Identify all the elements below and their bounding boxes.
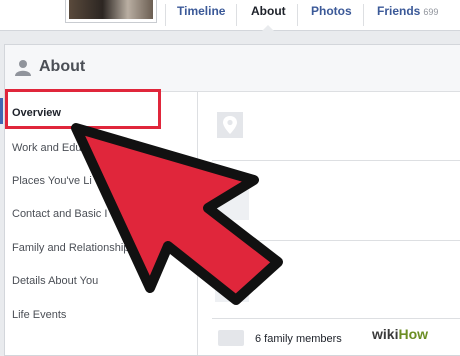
sidebar-item-places[interactable]: Places You've Li — [12, 175, 92, 187]
sidebar-item-family[interactable]: Family and Relationship — [12, 242, 129, 254]
divider — [212, 240, 460, 241]
profile-nav-bar: Timeline About Photos Friends 699 — [0, 0, 460, 31]
sidebar-item-contact-info[interactable]: Contact and Basic I — [12, 208, 107, 220]
tab-timeline[interactable]: Timeline — [177, 0, 225, 30]
tab-friends-label: Friends — [377, 4, 421, 18]
tab-divider — [236, 4, 237, 26]
about-title: About — [39, 58, 86, 75]
about-header: About — [5, 45, 460, 92]
watermark-wiki: wiki — [372, 326, 399, 342]
placeholder-block — [215, 190, 249, 220]
person-icon — [15, 60, 31, 76]
divider — [212, 318, 460, 319]
tab-divider — [297, 4, 298, 26]
family-members-text[interactable]: 6 family members — [255, 333, 342, 345]
divider — [212, 160, 460, 161]
highlight-box — [5, 89, 161, 129]
tab-divider — [363, 4, 364, 26]
profile-photo-thumbnail[interactable] — [66, 0, 156, 22]
wikihow-watermark: wikiHow — [372, 326, 428, 342]
friends-count: 699 — [423, 7, 439, 17]
watermark-how: How — [398, 326, 429, 342]
map-pin-tile — [217, 112, 243, 138]
tab-about[interactable]: About — [251, 0, 286, 31]
sidebar-item-details[interactable]: Details About You — [12, 275, 98, 287]
placeholder-block — [215, 262, 249, 302]
family-icon — [218, 330, 244, 346]
tab-divider — [165, 4, 166, 26]
tab-friends[interactable]: Friends 699 — [377, 0, 438, 30]
map-pin-icon — [223, 116, 237, 134]
sidebar-item-life-events[interactable]: Life Events — [12, 309, 66, 321]
tab-photos[interactable]: Photos — [311, 0, 352, 30]
sidebar-item-work-education[interactable]: Work and Edu — [12, 142, 82, 154]
active-indicator — [0, 98, 3, 124]
